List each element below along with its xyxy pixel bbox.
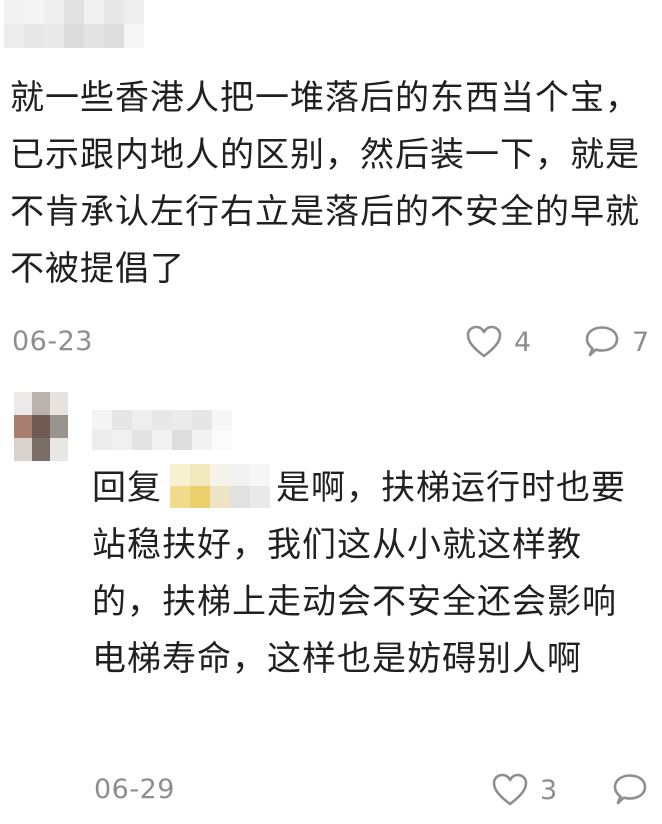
- username-redacted: [92, 410, 252, 450]
- heart-icon: [492, 773, 528, 807]
- like-button[interactable]: 4: [466, 325, 531, 359]
- comment-bubble-icon: [584, 325, 620, 359]
- like-button[interactable]: 3: [492, 773, 557, 807]
- comment-date: 06-29: [94, 774, 175, 805]
- like-count: 3: [540, 774, 558, 806]
- comment-body: 就一些香港人把一堆落后的东西当个宝，已示跟内地人的区别，然后装一下，就是不肯承认…: [10, 78, 640, 289]
- reply-prefix: 回复: [92, 468, 162, 508]
- reply-button[interactable]: 7: [584, 325, 649, 359]
- reply-button[interactable]: [612, 773, 648, 807]
- mention-redacted[interactable]: [170, 463, 270, 508]
- heart-icon: [466, 325, 502, 359]
- like-count: 4: [514, 326, 532, 358]
- avatar[interactable]: [14, 392, 70, 462]
- reply-count: 7: [632, 326, 650, 358]
- comment-bubble-icon: [612, 773, 648, 807]
- comment-body: 回复 是啊，扶梯运行时也要站稳扶好，我们这从小就这样教的，扶梯上走动会不安全还会影…: [92, 460, 642, 688]
- username-redacted: [4, 0, 164, 48]
- comment-date: 06-23: [12, 326, 93, 357]
